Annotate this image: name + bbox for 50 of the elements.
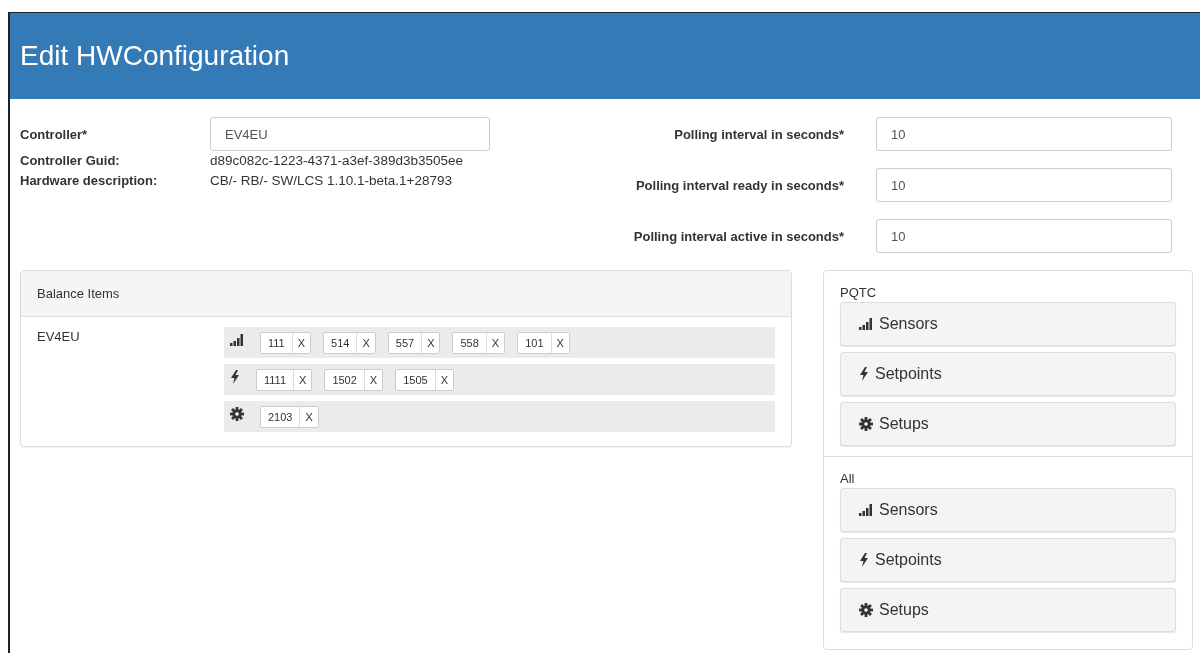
section-title: All: [840, 471, 856, 486]
add-button[interactable]: Sensors: [840, 302, 1176, 346]
signal-bars-icon: [230, 333, 244, 346]
field-label: Polling interval ready in seconds*: [635, 177, 844, 193]
interval-field[interactable]: 10: [876, 168, 1172, 202]
remove-button[interactable]: X: [434, 369, 454, 390]
info-label: Controller Guid:: [20, 152, 121, 170]
interval-field[interactable]: 10: [876, 117, 1172, 151]
interval-field[interactable]: 10: [876, 219, 1172, 253]
window-title: Edit HWConfiguration: [20, 40, 290, 72]
add-button[interactable]: Setups: [840, 588, 1176, 632]
add-button[interactable]: Sensors: [840, 488, 1176, 532]
item-tag: 557 X: [387, 331, 441, 354]
gear-icon: [859, 603, 873, 617]
field-label: Polling interval active in seconds*: [633, 228, 844, 244]
item-name: EV4EU: [37, 329, 80, 344]
controller-field[interactable]: EV4EU: [210, 117, 490, 151]
lightning-icon: [859, 553, 869, 567]
item-tag: 101 X: [517, 331, 570, 354]
add-button[interactable]: Setpoints: [840, 538, 1176, 582]
info-value: d89c082c-1223-4371-a3ef-389d3b3505ee: [210, 152, 463, 170]
field-label: Polling interval in seconds*: [674, 126, 844, 142]
panel-title: Balance Items: [37, 286, 120, 301]
remove-button[interactable]: X: [485, 332, 505, 353]
gear-icon: [859, 417, 873, 431]
signal-bars-icon: [859, 504, 873, 516]
signal-bars-icon: [859, 318, 873, 330]
add-button[interactable]: Setpoints: [840, 352, 1176, 396]
item-tag: 1505 X: [395, 368, 455, 391]
item-tag: 111 X: [260, 331, 312, 354]
item-tag: 1502 X: [324, 368, 384, 391]
remove-button[interactable]: X: [356, 332, 375, 353]
lightning-icon: [859, 367, 869, 381]
remove-button[interactable]: X: [293, 369, 312, 390]
item-tag: 514 X: [323, 331, 376, 354]
remove-button[interactable]: X: [291, 332, 311, 353]
item-tag: 1111 X: [256, 368, 313, 391]
remove-button[interactable]: X: [363, 369, 383, 390]
lightning-icon: [230, 369, 240, 384]
item-tag: 558 X: [452, 331, 506, 354]
info-label: Hardware description:: [20, 172, 159, 190]
section-title: PQTC: [840, 285, 878, 300]
remove-button[interactable]: X: [421, 332, 440, 353]
gear-icon: [230, 406, 244, 421]
add-button[interactable]: Setups: [840, 402, 1176, 446]
field-label: Controller*: [20, 126, 89, 142]
info-value: CB/- RB/- SW/LCS 1.10.1-beta.1+28793: [210, 172, 452, 190]
item-tag: 2103 X: [260, 405, 319, 428]
remove-button[interactable]: X: [299, 406, 318, 427]
remove-button[interactable]: X: [550, 332, 569, 353]
